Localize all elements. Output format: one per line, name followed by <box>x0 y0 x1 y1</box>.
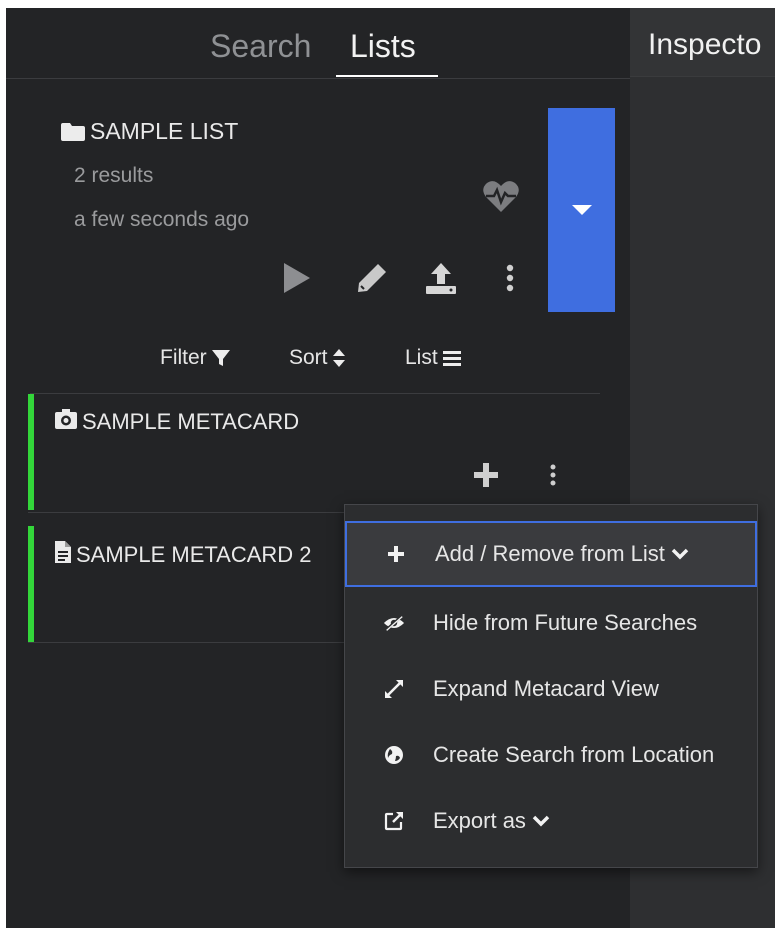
menu-item-label: Hide from Future Searches <box>433 610 698 635</box>
sort-button[interactable]: Sort <box>289 346 346 370</box>
menu-item-add-remove-from-list[interactable]: Add / Remove from List <box>345 521 757 587</box>
menu-item-label: Export as <box>433 808 550 834</box>
metacard-title-row: SAMPLE METACARD 2 <box>54 540 312 570</box>
upload-icon[interactable] <box>423 260 459 301</box>
chevron-down-icon <box>532 815 550 827</box>
menu-item-export-as[interactable]: Export as <box>345 789 757 853</box>
list-result-count: 2 results <box>74 164 154 187</box>
inspector-title: Inspecto <box>648 28 762 61</box>
camera-icon <box>54 408 78 436</box>
menu-item-hide-from-searches[interactable]: Hide from Future Searches <box>345 591 757 655</box>
menu-item-create-search-from-location[interactable]: Create Search from Location <box>345 723 757 787</box>
menu-item-text: Add / Remove from List <box>435 541 665 566</box>
list-title-row: SAMPLE LIST <box>60 118 238 145</box>
eye-slash-icon <box>383 612 405 634</box>
header-divider <box>6 78 630 79</box>
menu-item-label: Expand Metacard View <box>433 676 659 701</box>
menu-item-expand-metacard[interactable]: Expand Metacard View <box>345 657 757 721</box>
expand-icon <box>383 678 405 700</box>
filter-button[interactable]: Filter <box>160 346 231 370</box>
pencil-icon[interactable] <box>356 262 388 299</box>
menu-item-label: Create Search from Location <box>433 742 715 767</box>
caret-down-icon <box>572 205 592 215</box>
filter-icon <box>211 350 230 366</box>
sort-label: Sort <box>289 346 328 369</box>
metacard-title: SAMPLE METACARD 2 <box>76 542 312 567</box>
play-icon[interactable] <box>282 262 312 299</box>
chevron-down-icon <box>671 548 689 560</box>
more-options-icon[interactable] <box>550 464 556 491</box>
document-icon <box>54 540 72 570</box>
tab-search[interactable]: Search <box>210 28 311 65</box>
metacard-title: SAMPLE METACARD <box>82 409 300 434</box>
metacard-title-row: SAMPLE METACARD <box>54 408 299 436</box>
list-view-button[interactable]: List <box>405 346 462 370</box>
expand-list-button[interactable] <box>548 108 615 312</box>
filter-label: Filter <box>160 346 207 369</box>
sort-icon <box>332 349 345 367</box>
list-updated-time: a few seconds ago <box>74 208 250 231</box>
inspector-header: Inspecto <box>630 8 775 77</box>
menu-item-label: Add / Remove from List <box>435 541 689 567</box>
active-tab-indicator <box>336 75 438 77</box>
external-link-icon <box>383 810 405 832</box>
list-view-label: List <box>405 346 438 369</box>
metacard-context-menu: Add / Remove from List Hide from Future … <box>344 504 758 868</box>
list-lines-icon <box>442 351 461 366</box>
heartbeat-icon <box>482 180 520 219</box>
more-options-icon[interactable] <box>506 264 514 297</box>
folder-icon <box>60 122 86 142</box>
tab-lists[interactable]: Lists <box>350 28 416 65</box>
menu-item-text: Export as <box>433 808 526 833</box>
plus-icon <box>385 543 407 565</box>
plus-icon[interactable] <box>472 461 500 494</box>
metacard-row[interactable]: SAMPLE METACARD <box>28 394 606 510</box>
list-title: SAMPLE LIST <box>90 118 239 144</box>
globe-icon <box>383 744 405 766</box>
